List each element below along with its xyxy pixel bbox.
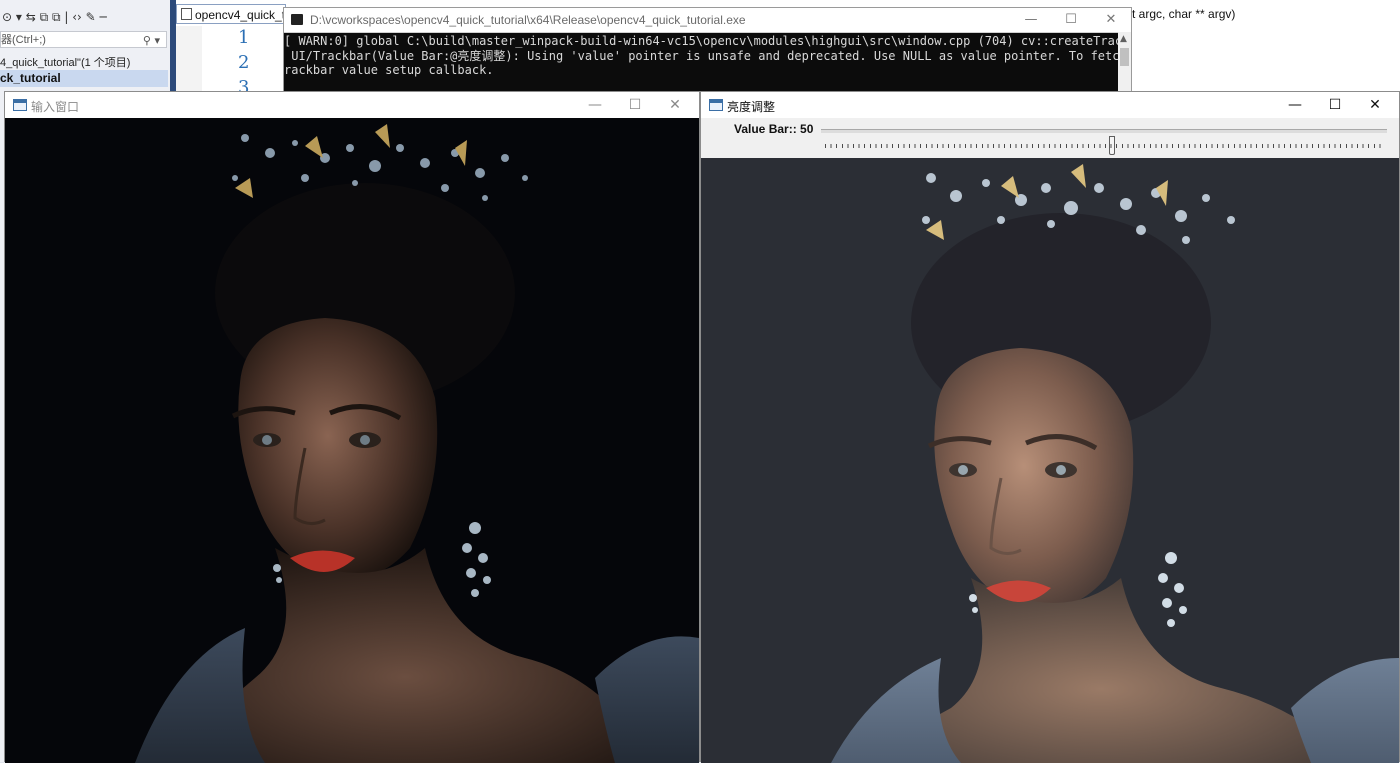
search-placeholder: 器(Ctrl+;)	[1, 34, 46, 46]
minimize-button[interactable]: —	[575, 95, 615, 115]
window-icon	[709, 99, 723, 111]
maximize-button[interactable]: ☐	[1051, 10, 1091, 30]
brightness-window[interactable]: 亮度调整 — ☐ ✕ Value Bar:: 50	[700, 91, 1400, 763]
brightness-window-titlebar[interactable]: 亮度调整 — ☐ ✕	[701, 92, 1399, 118]
portrait-dark	[5, 118, 699, 763]
toolbar-icons[interactable]: ⊙ ▾ ⇆ ⧉ ⧉ | ‹› ✎ ─	[2, 10, 107, 25]
solution-node[interactable]: 4_quick_tutorial"(1 个项目)	[0, 54, 130, 70]
input-window-title: 输入窗口	[31, 100, 80, 114]
minimize-button[interactable]: —	[1275, 95, 1315, 115]
editor-gutter	[176, 26, 202, 92]
console-scrollbar[interactable]: ▲	[1118, 32, 1131, 92]
trackbar-track[interactable]	[821, 129, 1387, 155]
project-node[interactable]: ck_tutorial	[0, 70, 168, 87]
maximize-button[interactable]: ☐	[1315, 95, 1355, 115]
solution-explorer-toolbar[interactable]: ⊙ ▾ ⇆ ⧉ ⧉ | ‹› ✎ ─	[0, 6, 172, 28]
console-line: rackbar value setup callback.	[284, 63, 494, 77]
trackbar-panel: Value Bar:: 50	[701, 118, 1399, 159]
close-button[interactable]: ✕	[655, 95, 695, 115]
scroll-thumb[interactable]	[1120, 48, 1129, 66]
close-button[interactable]: ✕	[1091, 10, 1131, 30]
scroll-up-icon[interactable]: ▲	[1120, 34, 1127, 44]
maximize-button[interactable]: ☐	[615, 95, 655, 115]
brightened-image	[701, 158, 1399, 763]
input-image	[5, 118, 699, 763]
console-icon	[291, 14, 303, 25]
close-button[interactable]: ✕	[1355, 95, 1395, 115]
minimize-button[interactable]: —	[1011, 10, 1051, 30]
console-title: D:\vcworkspaces\opencv4_quick_tutorial\x…	[310, 13, 746, 27]
input-window[interactable]: 输入窗口 — ☐ ✕	[4, 91, 700, 763]
search-icon[interactable]: ⚲ ▾	[143, 32, 160, 49]
brightness-window-title: 亮度调整	[727, 100, 776, 114]
editor-tab[interactable]: opencv4_quick_tut	[176, 4, 286, 24]
input-window-titlebar[interactable]: 输入窗口 — ☐ ✕	[5, 92, 699, 118]
solution-search-input[interactable]: 器(Ctrl+;) ⚲ ▾	[0, 31, 167, 48]
line-number: 1	[238, 27, 250, 48]
editor-tab-label: opencv4_quick_tut	[195, 8, 286, 22]
window-icon	[13, 99, 27, 111]
file-icon	[181, 8, 192, 20]
console-titlebar[interactable]: D:\vcworkspaces\opencv4_quick_tutorial\x…	[284, 8, 1131, 33]
console-line: UI/Trackbar(Value Bar:@亮度调整): Using 'val…	[284, 48, 1119, 63]
portrait-bright	[701, 158, 1399, 763]
console-line: [ WARN:0] global C:\build\master_winpack…	[284, 34, 1119, 48]
console-window[interactable]: D:\vcworkspaces\opencv4_quick_tutorial\x…	[283, 7, 1132, 93]
code-fragment: t argc, char ** argv)	[1132, 7, 1236, 21]
line-number: 2	[238, 52, 250, 73]
console-output: [ WARN:0] global C:\build\master_winpack…	[284, 32, 1119, 94]
trackbar-label: Value Bar:: 50	[734, 122, 814, 136]
trackbar-ticks	[825, 144, 1385, 148]
